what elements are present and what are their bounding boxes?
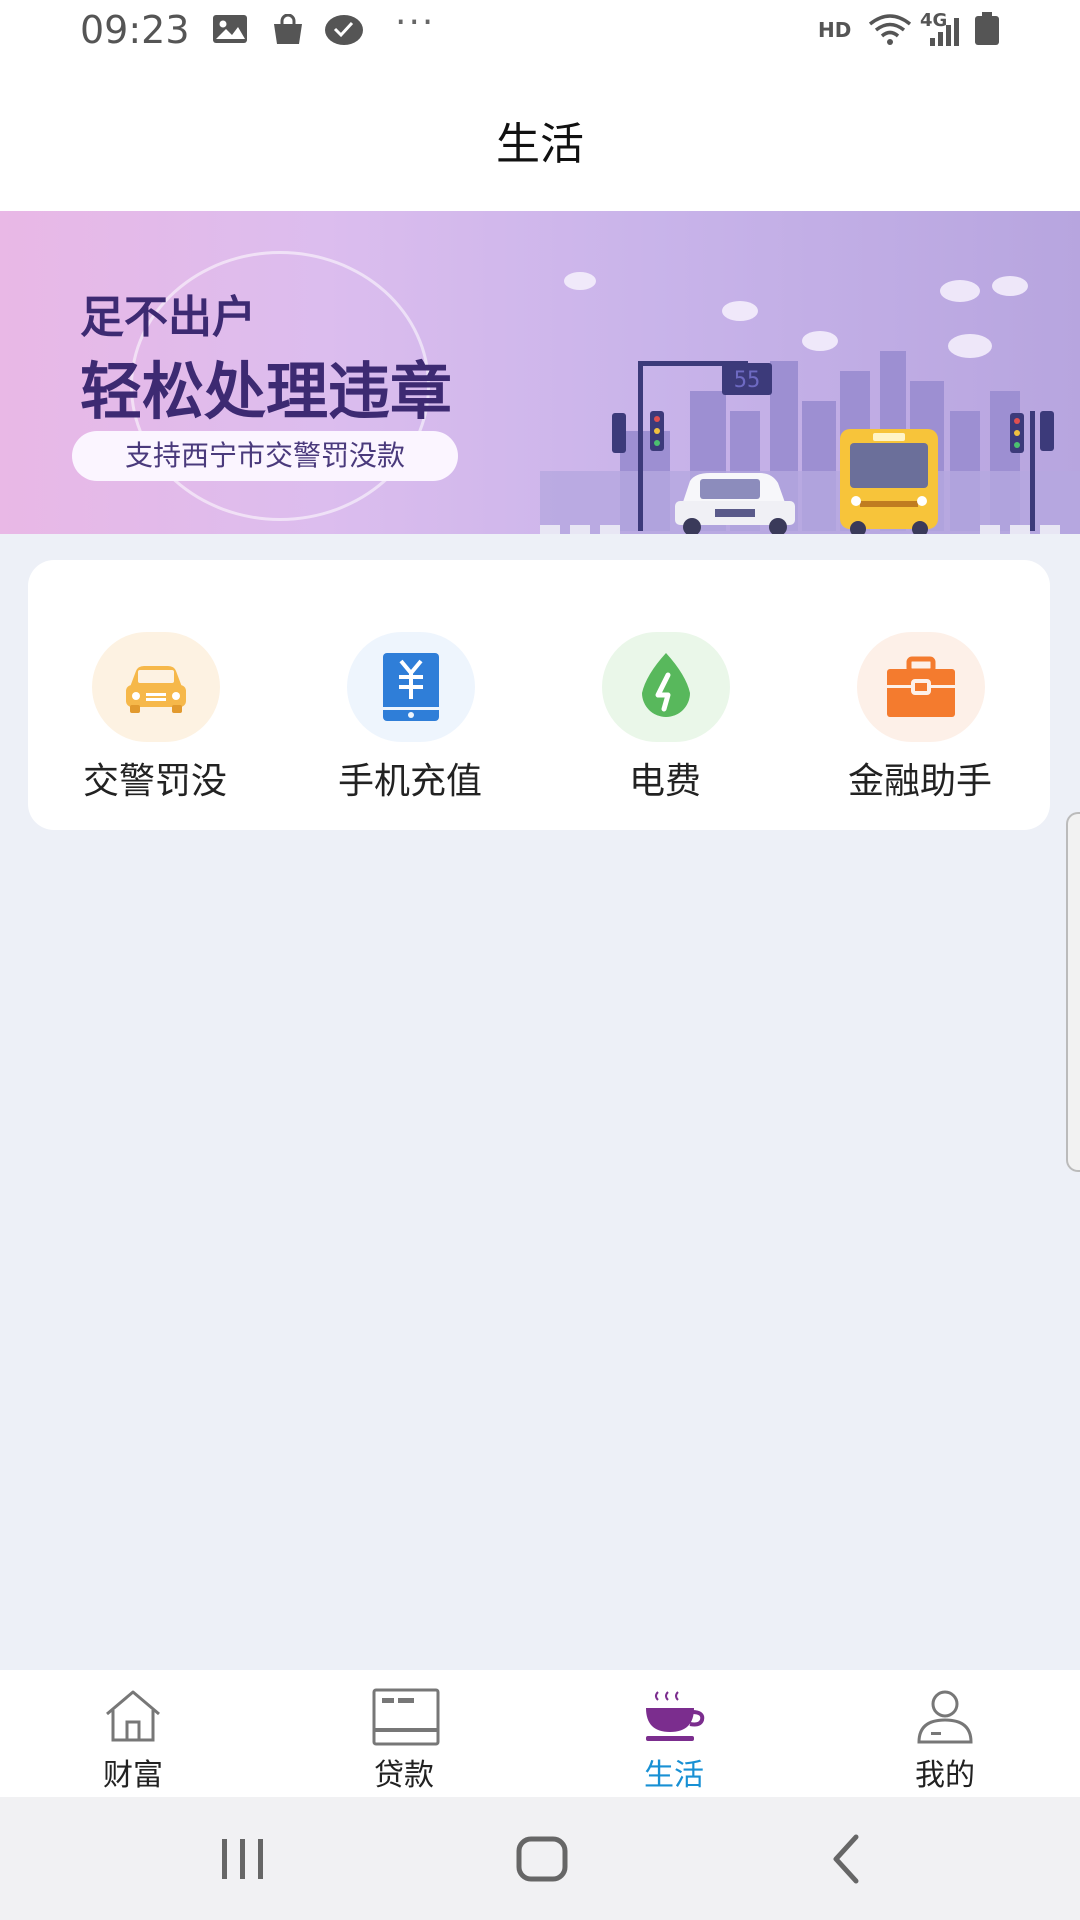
coffee-cup-icon: [646, 1691, 705, 1741]
more-dots: ···: [395, 2, 436, 43]
banner-pill: 支持西宁市交警罚没款: [72, 431, 458, 481]
tab-wealth[interactable]: 财富: [33, 1670, 233, 1797]
banner-sign-number: 55: [734, 368, 761, 393]
recent-apps-icon[interactable]: [218, 1827, 268, 1887]
user-icon: [917, 1690, 973, 1744]
car-icon: [92, 632, 220, 742]
briefcase-icon: [857, 632, 985, 742]
service-label: 交警罚没: [82, 761, 227, 802]
service-phone-recharge[interactable]: 手机充值: [310, 632, 510, 812]
banner-headline-small: 足不出户: [80, 292, 256, 343]
promo-banner[interactable]: 足不出户 轻松处理违章 支持西宁市交警罚没款 55: [0, 211, 1080, 534]
tab-label: 贷款: [374, 1758, 434, 1793]
service-grid-card: 交警罚没 手机充值 电费 金融助手: [28, 560, 1050, 830]
service-label: 手机充值: [337, 761, 482, 802]
tab-life[interactable]: 生活: [574, 1670, 774, 1797]
home-icon: [106, 1690, 160, 1742]
service-traffic-fine[interactable]: 交警罚没: [55, 632, 255, 812]
system-nav-bar: [0, 1797, 1080, 1920]
service-finance-assistant[interactable]: 金融助手: [820, 632, 1020, 812]
tab-label: 我的: [915, 1758, 975, 1793]
header: 生活: [0, 60, 1080, 211]
electricity-drop-icon: [602, 632, 730, 742]
wifi-icon: [868, 14, 912, 50]
page-title: 生活: [496, 119, 584, 170]
service-electricity[interactable]: 电费: [565, 632, 765, 812]
image-icon: [212, 14, 248, 48]
card-icon: [372, 1688, 440, 1746]
status-bar: 09:23 ··· HD 4G: [0, 0, 1080, 60]
service-label: 电费: [628, 761, 701, 802]
status-time: 09:23: [80, 8, 190, 52]
tab-label: 财富: [103, 1758, 163, 1793]
home-button-icon[interactable]: [515, 1827, 571, 1887]
edge-panel-handle[interactable]: [1066, 812, 1080, 1172]
tab-mine[interactable]: 我的: [845, 1670, 1045, 1797]
banner-headline-large: 轻松处理违章: [80, 355, 453, 428]
tab-label-active: 生活: [644, 1758, 704, 1793]
signal-icon: [928, 16, 964, 50]
check-bubble-icon: [324, 14, 364, 50]
bottom-tab-bar: 财富 贷款 生活 我的: [0, 1670, 1080, 1797]
phone-recharge-icon: [347, 632, 475, 742]
hd-indicator: HD: [818, 18, 852, 42]
city-traffic-illustration: 55: [540, 272, 1080, 534]
battery-icon: [974, 12, 1000, 50]
service-label: 金融助手: [847, 761, 992, 802]
shopping-bag-icon: [270, 13, 306, 50]
tab-loan[interactable]: 贷款: [304, 1670, 504, 1797]
back-icon[interactable]: [826, 1827, 866, 1887]
